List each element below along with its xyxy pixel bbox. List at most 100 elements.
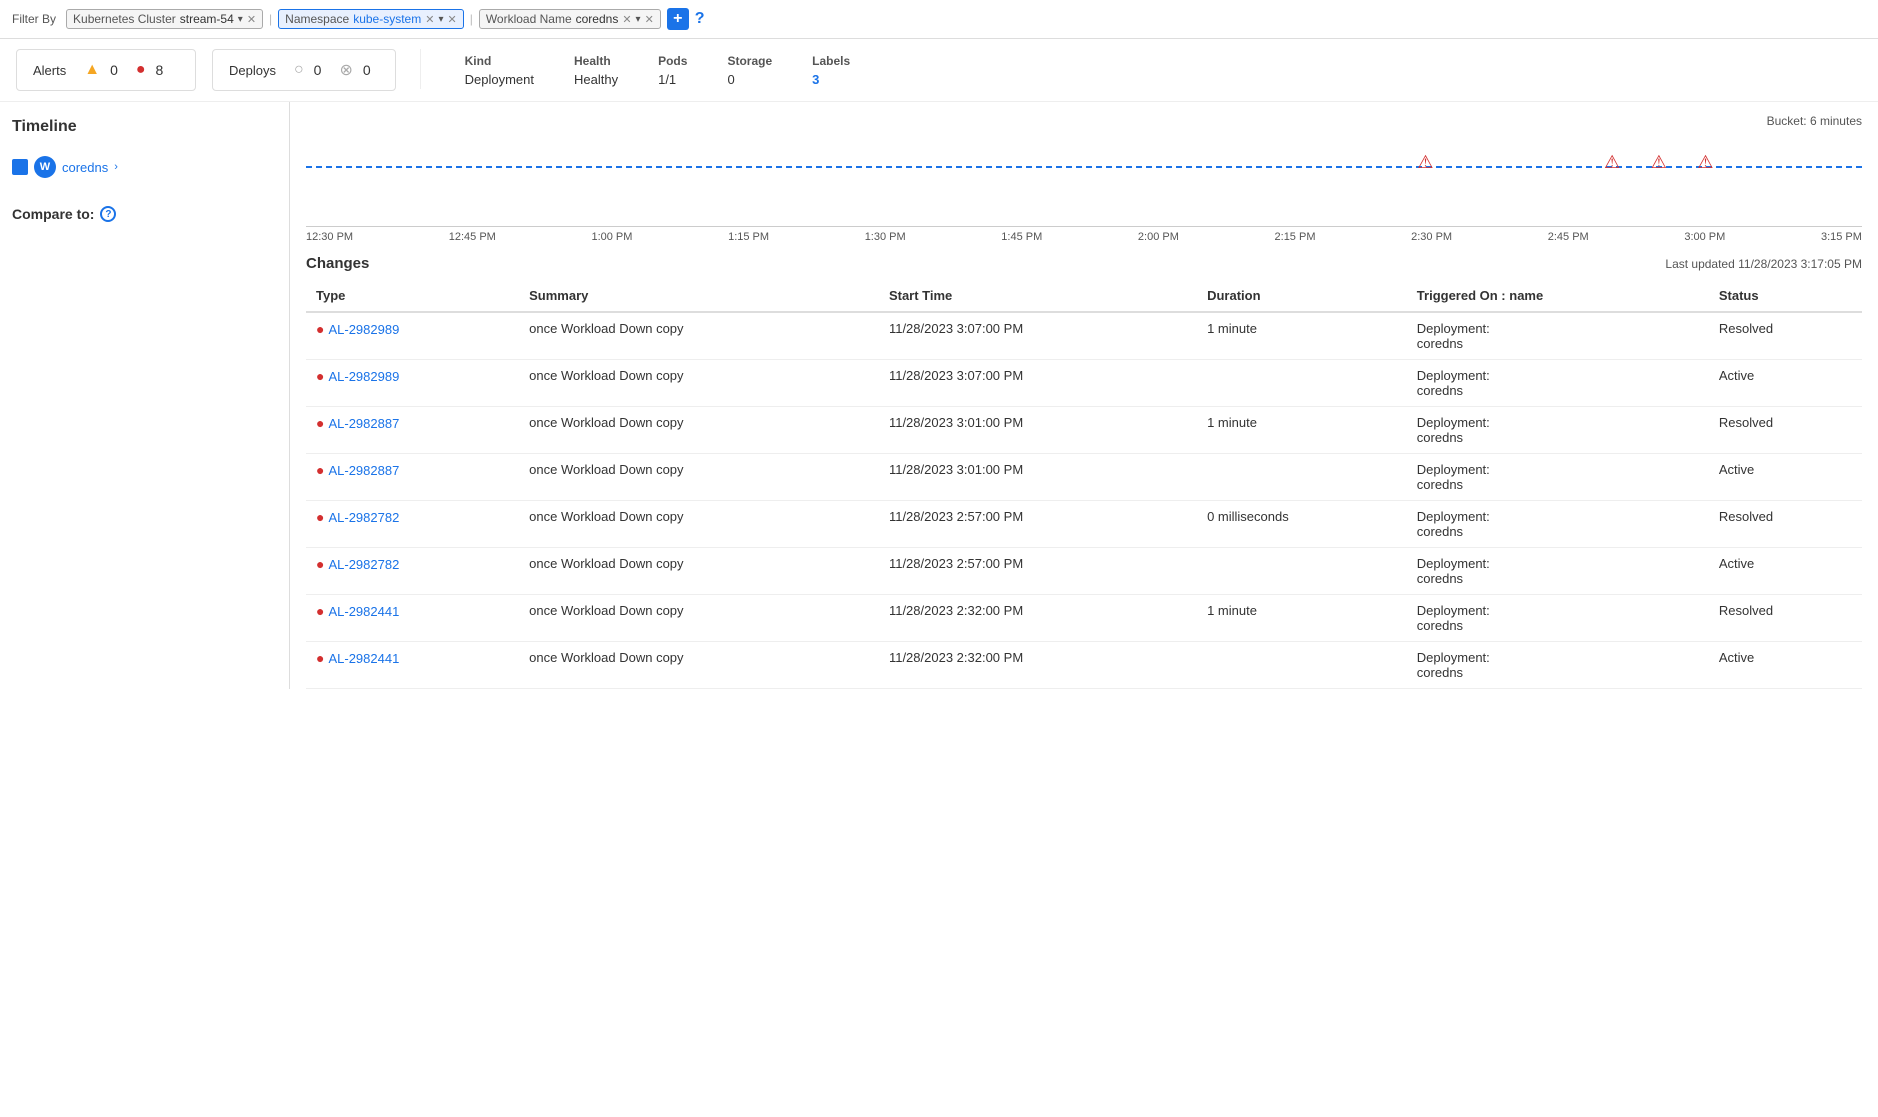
- namespace-remove-icon[interactable]: ✕: [447, 13, 456, 26]
- cell-triggered-on: Deployment: coredns: [1407, 454, 1709, 501]
- cell-type: ● AL-2982989: [306, 312, 519, 360]
- timeline-alert-2[interactable]: ⚠: [1604, 152, 1620, 173]
- workload-name-clear-icon[interactable]: ✕: [622, 13, 631, 26]
- namespace-clear-icon[interactable]: ✕: [425, 13, 434, 26]
- labels-value: 3: [812, 72, 850, 87]
- pods-col: Pods 1/1: [658, 54, 687, 87]
- cell-type: ● AL-2982782: [306, 548, 519, 595]
- xaxis-label-6: 2:00 PM: [1138, 231, 1179, 243]
- cell-status: Resolved: [1709, 501, 1862, 548]
- timeline-sidebar: Timeline W coredns › Compare to: ?: [0, 102, 290, 689]
- col-triggered-on: Triggered On : name: [1407, 280, 1709, 312]
- alert-id-link[interactable]: ● AL-2982887: [316, 415, 509, 431]
- xaxis-label-0: 12:30 PM: [306, 231, 353, 243]
- xaxis-label-8: 2:30 PM: [1411, 231, 1452, 243]
- alert-id-link[interactable]: ● AL-2982887: [316, 462, 509, 478]
- col-duration: Duration: [1197, 280, 1407, 312]
- cell-type: ● AL-2982887: [306, 407, 519, 454]
- xaxis-label-11: 3:15 PM: [1821, 231, 1862, 243]
- alert-id-link[interactable]: ● AL-2982782: [316, 556, 509, 572]
- table-row: ● AL-2982441once Workload Down copy11/28…: [306, 595, 1862, 642]
- alerts-box: Alerts ▲ 0 ● 8: [16, 49, 196, 91]
- workload-chevron-icon: ›: [114, 161, 118, 173]
- alert-id-link[interactable]: ● AL-2982441: [316, 650, 509, 666]
- cell-duration: 0 milliseconds: [1197, 501, 1407, 548]
- error-dot-icon: ●: [316, 321, 324, 337]
- cell-duration: [1197, 454, 1407, 501]
- alert-id-link[interactable]: ● AL-2982782: [316, 509, 509, 525]
- cell-status: Resolved: [1709, 312, 1862, 360]
- timeline-alert-4[interactable]: ⚠: [1697, 152, 1713, 173]
- deploys-grey-count: 0: [314, 62, 322, 78]
- changes-table-header: Type Summary Start Time Duration Trigger…: [306, 280, 1862, 312]
- xaxis-label-7: 2:15 PM: [1275, 231, 1316, 243]
- kind-col: Kind Deployment: [465, 54, 534, 87]
- cell-start-time: 11/28/2023 3:07:00 PM: [879, 312, 1197, 360]
- filter-help-button[interactable]: ?: [695, 10, 705, 28]
- pods-label: Pods: [658, 54, 687, 68]
- col-summary: Summary: [519, 280, 879, 312]
- error-circle-icon: ●: [136, 61, 146, 79]
- timeline-chart: ⚠ ⚠ ⚠ ⚠: [306, 136, 1862, 216]
- cell-status: Active: [1709, 454, 1862, 501]
- info-columns: Kind Deployment Health Healthy Pods 1/1 …: [445, 49, 1862, 91]
- xaxis-label-3: 1:15 PM: [728, 231, 769, 243]
- cell-duration: 1 minute: [1197, 595, 1407, 642]
- table-row: ● AL-2982782once Workload Down copy11/28…: [306, 501, 1862, 548]
- alert-id-link[interactable]: ● AL-2982989: [316, 321, 509, 337]
- table-row: ● AL-2982782 once Workload Down copy11/28…: [306, 548, 1862, 595]
- timeline-main: Bucket: 6 minutes ⚠ ⚠ ⚠ ⚠ 12:30 PM 12:45…: [290, 102, 1878, 689]
- alert-id-link[interactable]: ● AL-2982989: [316, 368, 509, 384]
- timeline-alert-3[interactable]: ⚠: [1651, 152, 1667, 173]
- timeline-title: Timeline: [12, 118, 277, 136]
- namespace-key: Namespace: [285, 12, 349, 26]
- compare-help-icon[interactable]: ?: [100, 206, 116, 222]
- error-dot-icon: ●: [316, 368, 324, 384]
- cell-start-time: 11/28/2023 2:57:00 PM: [879, 501, 1197, 548]
- filter-separator-2: |: [470, 12, 473, 26]
- alert-id-link[interactable]: ● AL-2982441: [316, 603, 509, 619]
- kubernetes-cluster-remove-icon[interactable]: ✕: [247, 13, 256, 26]
- cell-type: ● AL-2982989: [306, 360, 519, 407]
- cell-type: ● AL-2982782: [306, 501, 519, 548]
- table-row: ● AL-2982887once Workload Down copy11/28…: [306, 454, 1862, 501]
- namespace-dropdown-icon[interactable]: ▾: [438, 14, 443, 25]
- kubernetes-cluster-filter[interactable]: Kubernetes Cluster stream-54 ▾ ✕: [66, 9, 263, 29]
- workload-name-value: coredns: [576, 12, 619, 26]
- timeline-alert-1[interactable]: ⚠: [1417, 152, 1433, 173]
- labels-col: Labels 3: [812, 54, 850, 87]
- cell-status: Resolved: [1709, 407, 1862, 454]
- error-dot-icon: ●: [316, 462, 324, 478]
- kubernetes-cluster-key: Kubernetes Cluster: [73, 12, 176, 26]
- col-type: Type: [306, 280, 519, 312]
- timeline-xaxis: 12:30 PM 12:45 PM 1:00 PM 1:15 PM 1:30 P…: [306, 226, 1862, 243]
- kubernetes-cluster-value: stream-54: [180, 12, 234, 26]
- workload-item[interactable]: W coredns ›: [12, 152, 277, 182]
- workload-name-label: coredns: [62, 160, 108, 175]
- cell-summary: once Workload Down copy: [519, 360, 879, 407]
- cell-triggered-on: Deployment: coredns: [1407, 312, 1709, 360]
- kubernetes-cluster-dropdown-icon[interactable]: ▾: [238, 14, 243, 25]
- compare-section: Compare to: ?: [12, 206, 277, 222]
- workload-name-filter[interactable]: Workload Name coredns ✕ ▾ ✕: [479, 9, 661, 29]
- stats-divider: [420, 49, 421, 89]
- cell-type: ● AL-2982887: [306, 454, 519, 501]
- xaxis-label-1: 12:45 PM: [449, 231, 496, 243]
- cell-type: ● AL-2982441: [306, 642, 519, 689]
- cell-summary: once Workload Down copy: [519, 548, 879, 595]
- compare-label: Compare to: ?: [12, 206, 277, 222]
- workload-name-remove-icon[interactable]: ✕: [645, 13, 654, 26]
- deploys-label: Deploys: [229, 63, 276, 78]
- cell-start-time: 11/28/2023 2:57:00 PM: [879, 548, 1197, 595]
- compare-to-text: Compare to:: [12, 206, 94, 222]
- timeline-section: Timeline W coredns › Compare to: ? Bucke…: [0, 102, 1878, 689]
- namespace-value: kube-system: [353, 12, 421, 26]
- filter-by-label: Filter By: [12, 12, 56, 26]
- namespace-filter[interactable]: Namespace kube-system ✕ ▾ ✕: [278, 9, 464, 29]
- workload-name-dropdown-icon[interactable]: ▾: [636, 14, 641, 25]
- changes-header-row: Type Summary Start Time Duration Trigger…: [306, 280, 1862, 312]
- add-filter-button[interactable]: +: [667, 8, 689, 30]
- cell-summary: once Workload Down copy: [519, 454, 879, 501]
- cell-status: Resolved: [1709, 595, 1862, 642]
- pods-value: 1/1: [658, 72, 687, 87]
